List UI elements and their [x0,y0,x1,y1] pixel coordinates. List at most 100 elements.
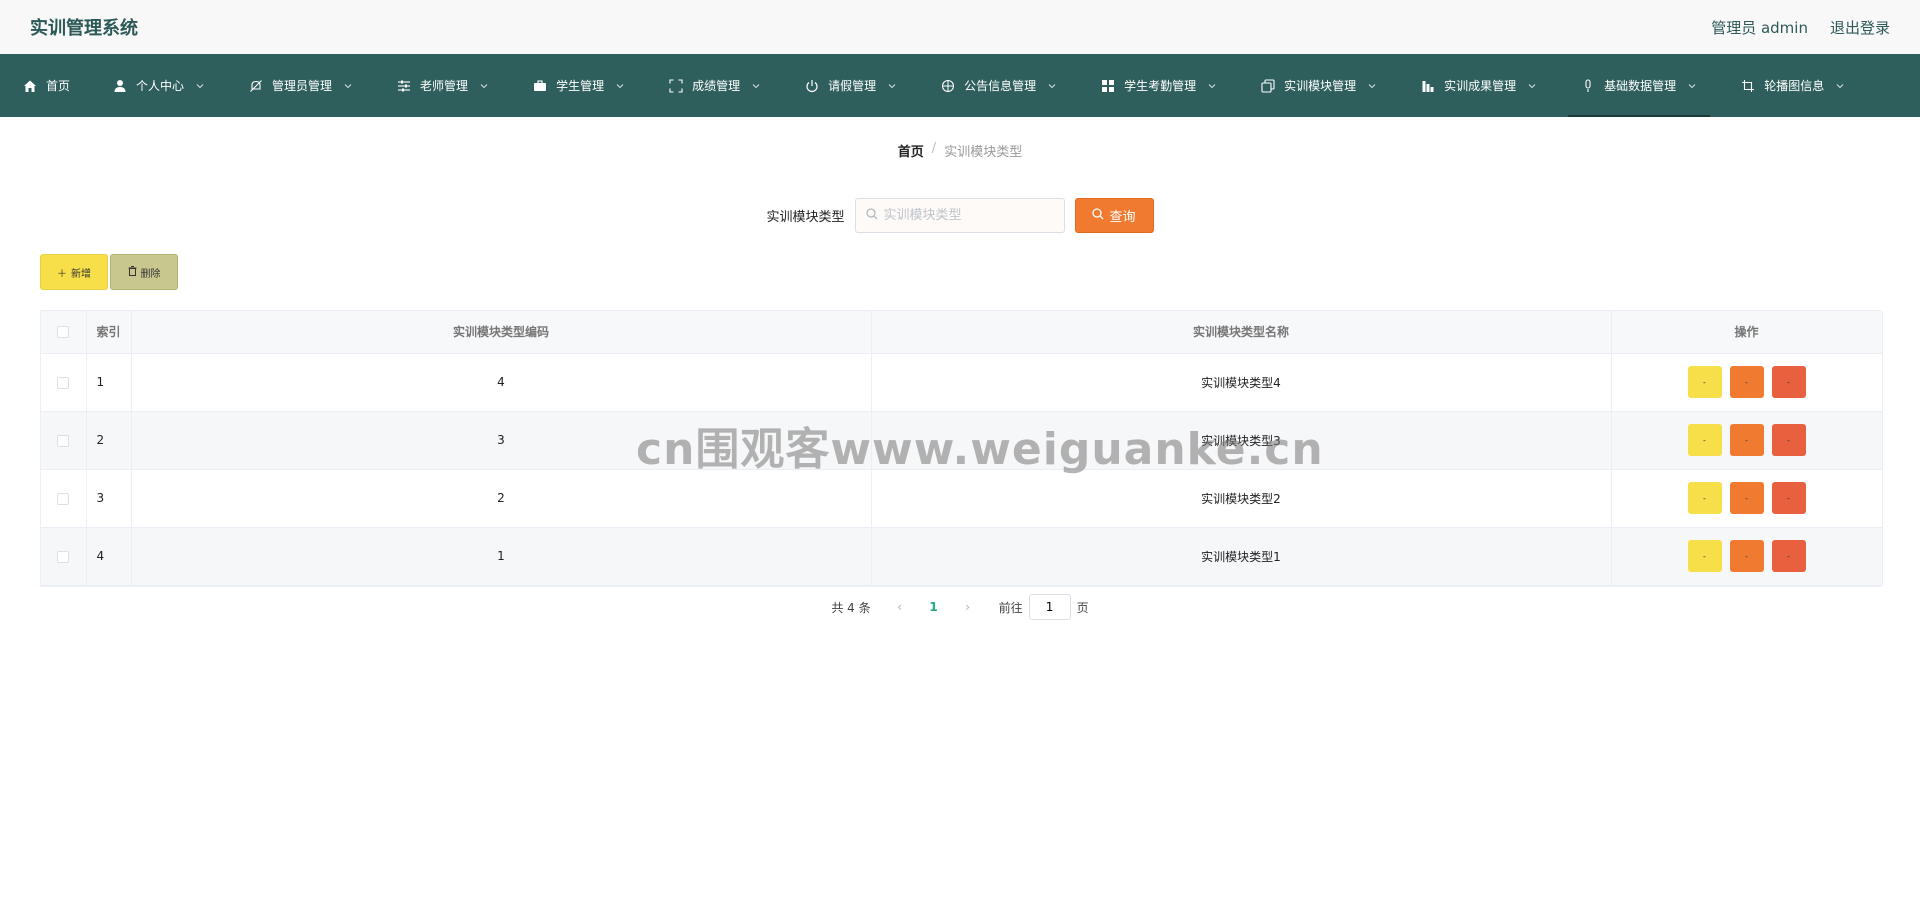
goto-prefix: 前往 [998,600,1023,615]
nav-item[interactable]: 公告信息管理 [928,54,1070,117]
table-row: 2 3 实训模块类型3 - - - [41,411,1883,470]
breadcrumb-home[interactable]: 首页 [898,141,924,160]
user-icon [112,78,128,94]
nav-item-label: 学生管理 [556,79,605,93]
row-delete-button[interactable]: - [1771,424,1806,456]
row-delete-button[interactable]: - [1771,366,1806,398]
pagination-total: 共 4 条 [831,600,871,615]
view-button[interactable]: - [1687,424,1722,456]
row-select-cell [41,353,87,412]
nav-item[interactable]: 个人中心 [100,54,218,117]
select-all-cell [41,311,87,354]
edit-button[interactable]: - [1729,540,1764,572]
table-actions: ＋ 新增 删除 [40,254,178,290]
chevron-down-icon [1526,80,1538,92]
data-table: 索引 实训模块类型编码 实训模块类型名称 操作 1 4 实训模块类型4 - - … [40,310,1883,587]
pagination-goto: 前往 页 [999,594,1089,620]
nav-item[interactable]: 实训模块管理 [1248,54,1390,117]
logout-link[interactable]: 退出登录 [1830,17,1890,38]
briefcase-icon [532,78,548,94]
nav-item-label: 请假管理 [828,79,877,93]
breadcrumb-separator: / [931,141,937,156]
cell-actions: - - - [1611,411,1883,470]
main-nav: 首页 个人中心 管理员管理 老师管理 学生管理 成绩管理 请假管理 公告信息管理 学生考勤管理 实… [0,54,1920,117]
row-select-cell [41,527,87,586]
basketball-icon [940,78,956,94]
table-row: 3 2 实训模块类型2 - - - [41,469,1883,528]
nav-item[interactable]: 学生管理 [520,54,638,117]
column-header-actions: 操作 [1611,311,1883,354]
breadcrumb: 首页 / 实训模块类型 [0,141,1920,160]
cell-actions: - - - [1611,527,1883,586]
row-select-cell [41,411,87,470]
cell-name: 实训模块类型3 [871,411,1612,470]
select-all-checkbox[interactable] [57,326,70,339]
edit-button[interactable]: - [1729,424,1764,456]
delete-button[interactable]: 删除 [110,254,178,290]
row-checkbox[interactable] [57,550,70,563]
view-button[interactable]: - [1687,482,1722,514]
nav-item[interactable]: 学生考勤管理 [1088,54,1230,117]
cell-index: 4 [86,527,132,586]
breadcrumb-current: 实训模块类型 [944,145,1023,160]
goto-page-input[interactable] [1028,594,1071,620]
nav-item-label: 公告信息管理 [964,79,1037,93]
edit-button[interactable]: - [1729,366,1764,398]
cell-name: 实训模块类型2 [871,469,1612,528]
fullscreen-icon [668,78,684,94]
row-checkbox[interactable] [57,434,70,447]
view-button[interactable]: - [1687,540,1722,572]
row-delete-button[interactable]: - [1771,482,1806,514]
row-checkbox[interactable] [57,376,70,389]
nav-item-label: 管理员管理 [272,79,333,93]
edit-button[interactable]: - [1729,482,1764,514]
chevron-down-icon [1686,80,1698,92]
nav-item[interactable]: 基础数据管理 [1568,54,1711,117]
nav-item[interactable]: 首页 [10,54,82,117]
power-icon [804,78,820,94]
cell-code: 4 [131,353,872,412]
app-title: 实训管理系统 [30,18,138,39]
cell-actions: - - - [1611,353,1883,412]
pagination: 共 4 条 ‹ 1 › 前往 页 [0,594,1920,620]
row-checkbox[interactable] [57,492,70,505]
query-button[interactable]: 查询 [1074,198,1154,233]
search-field[interactable] [854,198,1065,233]
nav-item-label: 实训成果管理 [1444,79,1517,93]
nav-item[interactable]: 管理员管理 [236,54,366,117]
cell-name: 实训模块类型1 [871,527,1612,586]
cell-index: 3 [86,469,132,528]
chevron-down-icon [1834,80,1846,92]
search-input[interactable] [883,208,1054,223]
nav-item-label: 个人中心 [136,79,185,93]
current-user-link[interactable]: 管理员 admin [1711,17,1808,38]
chevron-down-icon [478,80,490,92]
page-number-current[interactable]: 1 [911,600,957,614]
chevron-down-icon [886,80,898,92]
add-button[interactable]: ＋ 新增 [40,254,108,290]
cell-code: 3 [131,411,872,470]
search-form: 实训模块类型 查询 [0,198,1920,233]
cell-actions: - - - [1611,469,1883,528]
nav-item-label: 老师管理 [420,79,469,93]
chart-icon [1420,78,1436,94]
cell-index: 2 [86,411,132,470]
nav-item[interactable]: 成绩管理 [656,54,774,117]
chevron-down-icon [614,80,626,92]
mic-icon [1580,78,1596,94]
goto-suffix: 页 [1076,600,1089,615]
nav-item[interactable]: 轮播图信息 [1728,54,1858,117]
home-icon [22,78,38,94]
nav-item-label: 基础数据管理 [1604,79,1677,93]
nav-item[interactable]: 实训成果管理 [1408,54,1550,117]
view-button[interactable]: - [1687,366,1722,398]
prev-page-icon[interactable]: ‹ [889,600,911,614]
column-header-index: 索引 [86,311,132,354]
column-header-name: 实训模块类型名称 [871,311,1612,354]
row-delete-button[interactable]: - [1771,540,1806,572]
nav-item[interactable]: 请假管理 [792,54,910,117]
sliders-icon [396,78,412,94]
next-page-icon[interactable]: › [957,600,979,614]
cell-code: 1 [131,527,872,586]
nav-item[interactable]: 老师管理 [384,54,502,117]
